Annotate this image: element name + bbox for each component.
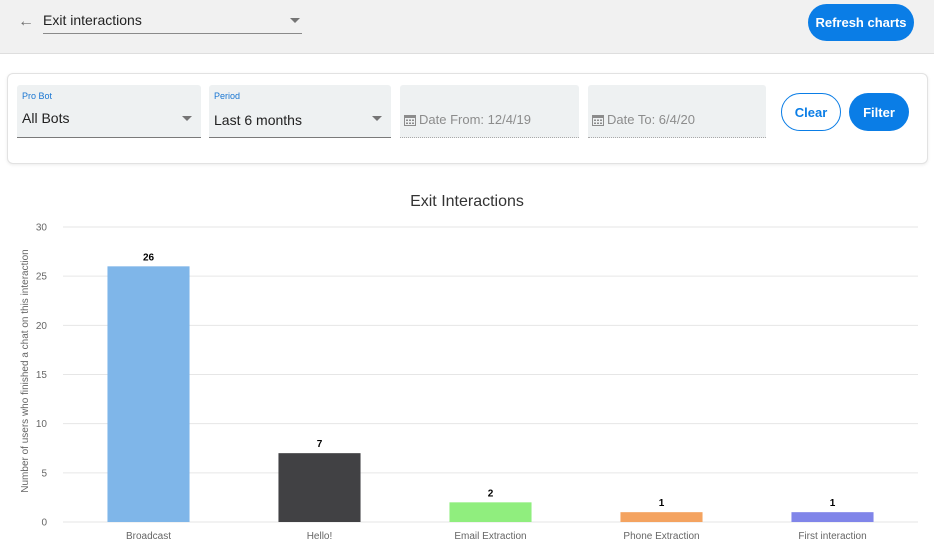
chevron-down-icon xyxy=(290,18,300,23)
x-tick-label: Broadcast xyxy=(126,531,171,542)
y-tick-label: 15 xyxy=(36,370,48,381)
bar xyxy=(791,512,874,522)
bar-data-label: 7 xyxy=(317,439,323,450)
chevron-down-icon xyxy=(182,116,192,121)
report-select[interactable]: Exit interactions xyxy=(43,8,302,34)
period-select-value: Last 6 months xyxy=(214,112,302,128)
bar xyxy=(278,453,361,522)
clear-button[interactable]: Clear xyxy=(781,93,841,131)
bar xyxy=(620,512,703,522)
report-select-value: Exit interactions xyxy=(43,12,142,28)
filter-button[interactable]: Filter xyxy=(849,93,909,131)
x-axis-ticks: Broadcast Hello! Email Extraction Phone Ext… xyxy=(126,531,867,542)
bar-data-label: 1 xyxy=(659,498,665,509)
chart-svg: Exit Interactions Number of users who fi… xyxy=(20,193,918,542)
date-to-text: Date To: 6/4/20 xyxy=(607,112,695,127)
x-tick-label: Phone Extraction xyxy=(623,531,699,542)
x-tick-label: Hello! xyxy=(307,531,333,542)
filter-panel: Pro Bot All Bots Period Last 6 months Da… xyxy=(7,73,928,164)
date-to-input[interactable]: Date To: 6/4/20 xyxy=(588,85,766,138)
y-tick-label: 5 xyxy=(41,468,47,479)
bot-select[interactable]: Pro Bot All Bots xyxy=(17,85,201,138)
bars xyxy=(107,266,874,522)
grid-lines xyxy=(63,226,918,523)
chevron-down-icon xyxy=(372,116,382,121)
x-tick-label: First interaction xyxy=(798,531,866,542)
date-from-input[interactable]: Date From: 12/4/19 xyxy=(400,85,579,138)
chart-title: Exit Interactions xyxy=(410,193,524,210)
refresh-charts-button[interactable]: Refresh charts xyxy=(808,4,914,41)
date-from-text: Date From: 12/4/19 xyxy=(419,112,531,127)
top-bar: ← Exit interactions Refresh charts xyxy=(0,0,934,54)
y-axis-label: Number of users who finished a chat on t… xyxy=(20,249,31,492)
bot-select-value: All Bots xyxy=(22,110,70,126)
y-tick-label: 10 xyxy=(36,419,48,430)
bar-data-label: 1 xyxy=(830,498,836,509)
data-labels: 26 7 2 1 1 xyxy=(143,252,836,509)
y-tick-label: 0 xyxy=(41,518,47,529)
y-tick-label: 30 xyxy=(36,223,48,234)
bot-select-label: Pro Bot xyxy=(22,91,53,101)
period-select[interactable]: Period Last 6 months xyxy=(209,85,391,138)
y-tick-label: 20 xyxy=(36,321,48,332)
bar-data-label: 2 xyxy=(488,488,494,499)
period-select-label: Period xyxy=(214,91,241,101)
y-axis-ticks: 0 5 10 15 20 25 30 xyxy=(36,223,48,529)
y-tick-label: 25 xyxy=(36,272,48,283)
bar-data-label: 26 xyxy=(143,252,155,263)
bar xyxy=(107,266,190,522)
bar xyxy=(449,502,532,522)
exit-interactions-chart: Exit Interactions Number of users who fi… xyxy=(0,180,934,550)
calendar-icon xyxy=(404,114,416,126)
x-tick-label: Email Extraction xyxy=(454,531,526,542)
arrow-left-icon[interactable]: ← xyxy=(16,12,36,32)
calendar-icon xyxy=(592,114,604,126)
